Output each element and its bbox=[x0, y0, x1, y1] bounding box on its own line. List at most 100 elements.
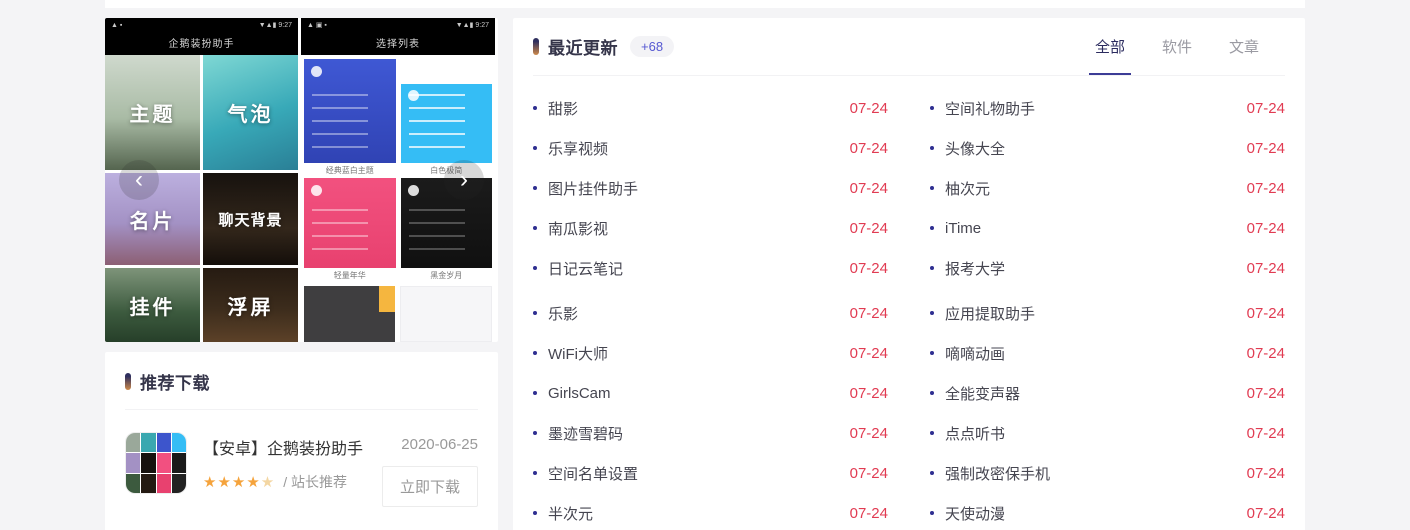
update-item-title[interactable]: 柚次元 bbox=[945, 178, 1235, 199]
theme-screen-label: 经典蓝白主题 bbox=[304, 163, 396, 178]
update-item-title[interactable]: 乐影 bbox=[548, 303, 838, 324]
bullet-icon bbox=[533, 186, 537, 190]
update-item-date: 07-24 bbox=[850, 425, 888, 442]
update-item[interactable]: 报考大学 07-24 bbox=[930, 248, 1285, 288]
recent-updates-header: 最近更新 +68 全部软件文章 bbox=[533, 18, 1285, 76]
update-item-title[interactable]: 强制改密保手机 bbox=[945, 463, 1235, 484]
left-column: ▲ ▪ ▼▲▮ 9:27 企鹅装扮助手 主题气泡名片聊天背景挂件浮屏 ▲ ▣ ▪… bbox=[105, 18, 498, 530]
update-item-title[interactable]: 墨迹雪碧码 bbox=[548, 423, 838, 444]
update-item[interactable]: 头像大全 07-24 bbox=[930, 128, 1285, 168]
update-item[interactable]: 应用提取助手 07-24 bbox=[930, 293, 1285, 333]
update-item-title[interactable]: iTime bbox=[945, 220, 1235, 237]
update-item-title[interactable]: 嘀嘀动画 bbox=[945, 343, 1235, 364]
thumbnail-cell bbox=[141, 453, 155, 472]
update-item-title[interactable]: 报考大学 bbox=[945, 258, 1235, 279]
section-bar-icon bbox=[125, 373, 131, 390]
update-item[interactable]: 半次元 07-24 bbox=[533, 493, 888, 530]
update-item-title[interactable]: 应用提取助手 bbox=[945, 303, 1235, 324]
tab-all[interactable]: 全部 bbox=[1095, 18, 1125, 75]
update-item[interactable]: 空间名单设置 07-24 bbox=[533, 453, 888, 493]
update-item[interactable]: 甜影 07-24 bbox=[533, 88, 888, 128]
screenshot-carousel[interactable]: ▲ ▪ ▼▲▮ 9:27 企鹅装扮助手 主题气泡名片聊天背景挂件浮屏 ▲ ▣ ▪… bbox=[105, 18, 498, 342]
bullet-icon bbox=[930, 106, 934, 110]
thumbnail-cell bbox=[157, 433, 171, 452]
phone-statusbar: ▲ ▣ ▪ ▼▲▮ 9:27 选择列表 bbox=[301, 18, 495, 55]
status-icons-right: ▼▲▮ 9:27 bbox=[456, 21, 489, 30]
photo-tile-widget: 挂件 bbox=[105, 268, 200, 342]
update-item[interactable]: 柚次元07-24 bbox=[930, 168, 1285, 208]
update-item-title[interactable]: 点点听书 bbox=[945, 423, 1235, 444]
app-thumbnail[interactable] bbox=[125, 432, 187, 494]
bullet-icon bbox=[533, 311, 537, 315]
update-item[interactable]: 空间礼物助手07-24 bbox=[930, 88, 1285, 128]
update-item-title[interactable]: WiFi大师 bbox=[548, 343, 838, 364]
thumbnail-cell bbox=[172, 453, 186, 472]
update-item[interactable]: 乐享视频07-24 bbox=[533, 128, 888, 168]
recommend-item[interactable]: 【安卓】企鹅装扮助手 ★★★★★ / 站长推荐 2020-06-25 立即下载 bbox=[125, 432, 478, 507]
status-icons-right: ▼▲▮ 9:27 bbox=[259, 21, 292, 30]
update-item-date: 07-24 bbox=[850, 100, 888, 117]
update-item-title[interactable]: 南瓜影视 bbox=[548, 218, 838, 239]
update-item-date: 07-24 bbox=[850, 260, 888, 277]
update-item[interactable]: 点点听书 07-24 bbox=[930, 413, 1285, 453]
bullet-icon bbox=[930, 471, 934, 475]
update-item-date: 07-24 bbox=[850, 505, 888, 522]
update-item[interactable]: 南瓜影视07-24 bbox=[533, 208, 888, 248]
update-item-title[interactable]: 空间名单设置 bbox=[548, 463, 838, 484]
carousel-prev-button[interactable]: ‹ bbox=[119, 160, 159, 200]
partial-screen-dark bbox=[304, 286, 395, 342]
bullet-icon bbox=[533, 471, 537, 475]
phone-title: 企鹅装扮助手 bbox=[111, 35, 292, 50]
download-button[interactable]: 立即下载 bbox=[382, 466, 478, 507]
update-item[interactable]: 图片挂件助手07-24 bbox=[533, 168, 888, 208]
bullet-icon bbox=[930, 146, 934, 150]
recommend-item-title[interactable]: 【安卓】企鹅装扮助手 bbox=[203, 435, 382, 459]
bullet-icon bbox=[930, 351, 934, 355]
tab-software[interactable]: 软件 bbox=[1162, 18, 1192, 75]
carousel-next-button[interactable]: › bbox=[444, 160, 484, 200]
update-item-date: 07-24 bbox=[1247, 505, 1285, 522]
update-item-title[interactable]: 头像大全 bbox=[945, 138, 1235, 159]
update-item-date: 07-24 bbox=[1247, 305, 1285, 322]
recommend-item-info: 【安卓】企鹅装扮助手 ★★★★★ / 站长推荐 bbox=[203, 432, 382, 507]
update-item[interactable]: 墨迹雪碧码 07-24 bbox=[533, 413, 888, 453]
update-item-title[interactable]: 半次元 bbox=[548, 503, 838, 524]
update-item-date: 07-24 bbox=[850, 345, 888, 362]
update-item[interactable]: iTime 07-24 bbox=[930, 208, 1285, 248]
update-item[interactable]: WiFi大师 07-24 bbox=[533, 333, 888, 373]
update-item-date: 07-24 bbox=[1247, 425, 1285, 442]
update-item[interactable]: 强制改密保手机07-24 bbox=[930, 453, 1285, 493]
update-item-title[interactable]: 全能变声器 bbox=[945, 383, 1235, 404]
bullet-icon bbox=[533, 226, 537, 230]
update-item[interactable]: 天使动漫 07-24 bbox=[930, 493, 1285, 530]
tab-article[interactable]: 文章 bbox=[1229, 18, 1259, 75]
update-item-title[interactable]: 甜影 bbox=[548, 98, 838, 119]
theme-screen-blue: 经典蓝白主题 bbox=[304, 59, 396, 178]
bullet-icon bbox=[930, 511, 934, 515]
update-item[interactable]: GirlsCam07-24 bbox=[533, 373, 888, 413]
update-item-date: 07-24 bbox=[850, 465, 888, 482]
update-item[interactable]: 全能变声器07-24 bbox=[930, 373, 1285, 413]
update-item-title[interactable]: 乐享视频 bbox=[548, 138, 838, 159]
update-item-title[interactable]: 图片挂件助手 bbox=[548, 178, 838, 199]
update-item-date: 07-24 bbox=[1247, 220, 1285, 237]
update-item-date: 07-24 bbox=[1247, 140, 1285, 157]
update-item[interactable]: 乐影07-24 bbox=[533, 293, 888, 333]
phone-statusbar: ▲ ▪ ▼▲▮ 9:27 企鹅装扮助手 bbox=[105, 18, 298, 55]
photo-tile-float-screen: 浮屏 bbox=[203, 268, 298, 342]
update-item-date: 07-24 bbox=[1247, 260, 1285, 277]
update-item-title[interactable]: 天使动漫 bbox=[945, 503, 1235, 524]
update-item-title[interactable]: GirlsCam bbox=[548, 385, 838, 402]
update-item[interactable]: 日记云笔记 07-24 bbox=[533, 248, 888, 288]
bullet-icon bbox=[930, 226, 934, 230]
recommend-item-date: 2020-06-25 bbox=[382, 436, 478, 453]
theme-screen-image bbox=[304, 59, 396, 163]
update-item-title[interactable]: 日记云笔记 bbox=[548, 258, 838, 279]
update-item-title[interactable]: 空间礼物助手 bbox=[945, 98, 1235, 119]
bullet-icon bbox=[533, 391, 537, 395]
update-item[interactable]: 嘀嘀动画07-24 bbox=[930, 333, 1285, 373]
partial-screen-light bbox=[400, 286, 493, 342]
theme-screen-label: 轻量年华 bbox=[304, 268, 396, 283]
navbar-bottom-strip bbox=[105, 0, 1305, 8]
update-lists: 甜影07-24乐享视频07-24图片挂件助手07-24南瓜影视07-24日记云笔… bbox=[533, 76, 1285, 530]
